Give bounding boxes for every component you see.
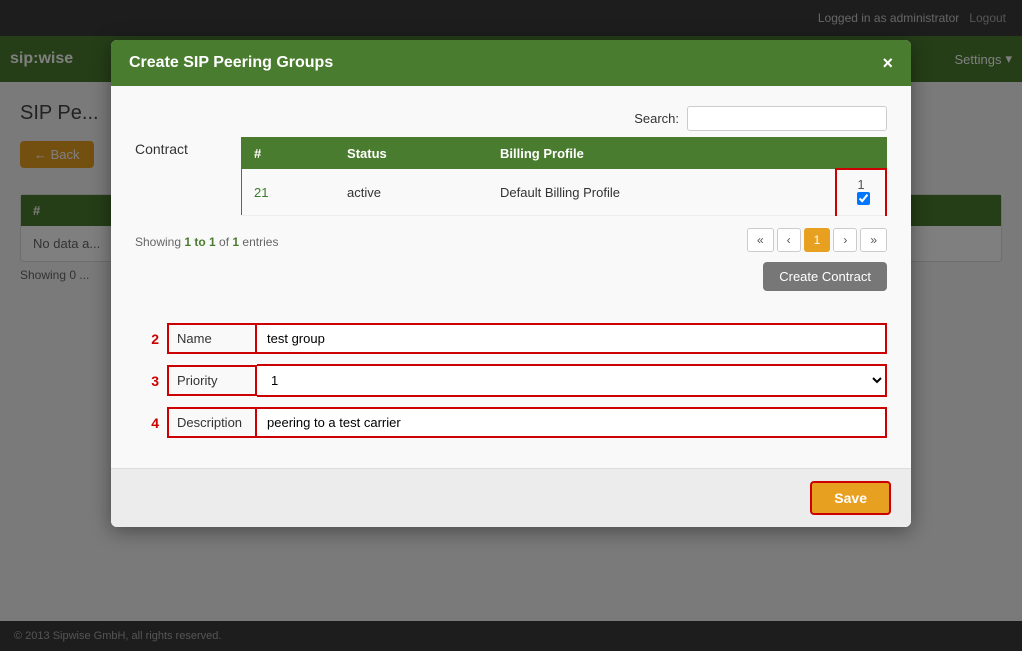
step-3: 3 [135, 373, 159, 389]
contract-section: Search: Contract # Status Billing Profil… [135, 106, 887, 307]
step-4: 4 [135, 415, 159, 431]
page-next-btn[interactable]: › [833, 228, 857, 252]
col-billing-profile: Billing Profile [488, 138, 836, 170]
search-label: Search: [634, 111, 679, 126]
priority-select[interactable]: 1 2 3 4 5 [257, 364, 887, 397]
modal-header: Create SIP Peering Groups × [111, 40, 911, 86]
page-prev-btn[interactable]: ‹ [777, 228, 801, 252]
create-contract-button[interactable]: Create Contract [763, 262, 887, 291]
search-row: Search: [135, 106, 887, 131]
description-label: Description [167, 407, 257, 438]
name-row: 2 Name [135, 323, 887, 354]
modal-title: Create SIP Peering Groups [129, 54, 333, 72]
description-row: 4 Description [135, 407, 887, 438]
contract-label: Contract [135, 137, 225, 157]
modal: Create SIP Peering Groups × Search: Cont… [111, 40, 911, 527]
modal-footer: Save [111, 468, 911, 527]
row-checkbox[interactable] [857, 192, 870, 205]
cell-select[interactable]: 1 [836, 169, 886, 216]
name-label: Name [167, 323, 257, 354]
modal-body: Search: Contract # Status Billing Profil… [111, 86, 911, 468]
cell-billing-profile: Default Billing Profile [488, 169, 836, 216]
search-input[interactable] [687, 106, 887, 131]
cell-status: active [335, 169, 488, 216]
modal-close-button[interactable]: × [882, 54, 893, 72]
page-1-btn[interactable]: 1 [804, 228, 831, 252]
description-input[interactable] [257, 407, 887, 438]
page-last-btn[interactable]: » [860, 228, 887, 252]
name-input[interactable] [257, 323, 887, 354]
col-hash: # [242, 138, 336, 170]
modal-overlay: Create SIP Peering Groups × Search: Cont… [0, 0, 1022, 651]
col-status: Status [335, 138, 488, 170]
priority-row: 3 Priority 1 2 3 4 5 [135, 364, 887, 397]
table-row: 21 active Default Billing Profile 1 [242, 169, 887, 216]
step-2: 2 [135, 331, 159, 347]
col-select [836, 138, 886, 170]
page-first-btn[interactable]: « [747, 228, 774, 252]
showing-text: Showing 1 to 1 of 1 entries [135, 235, 278, 249]
pagination: « ‹ 1 › » [747, 228, 887, 252]
priority-label: Priority [167, 365, 257, 396]
save-button[interactable]: Save [810, 481, 891, 515]
contract-table: # Status Billing Profile 21 active Defau… [241, 137, 887, 216]
cell-id: 21 [242, 169, 336, 216]
table-header-row: # Status Billing Profile [242, 138, 887, 170]
